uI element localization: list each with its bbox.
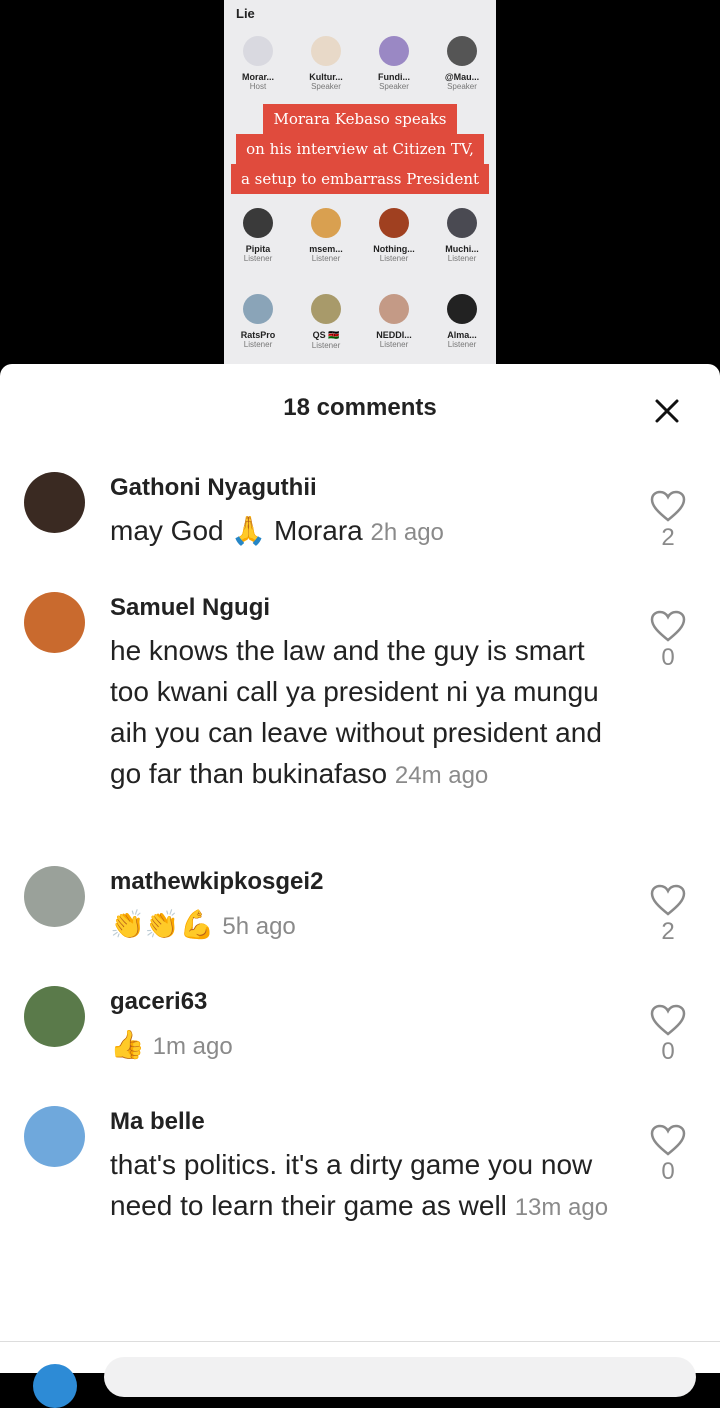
comment-text: he knows the law and the guy is smart to… (110, 635, 602, 789)
video-caption-banner: Morara Kebaso speaks on his interview at… (224, 104, 496, 194)
comment-username[interactable]: gaceri63 (110, 986, 610, 1018)
avatar[interactable] (24, 866, 85, 927)
heart-icon (650, 610, 686, 642)
like-button[interactable]: 0 (648, 1124, 688, 1186)
speakers-row: Morar... Host Kultur... Speaker Fundi... Sp… (224, 36, 496, 91)
listeners-row: Pipita Listener msem... Listener Nothing..… (224, 208, 496, 263)
comment-username[interactable]: mathewkipkosgei2 (110, 866, 610, 898)
like-count: 2 (661, 918, 675, 945)
comment-text: may God 🙏 Morara 2h ago (110, 515, 444, 546)
avatar[interactable] (24, 592, 85, 653)
comment-text: 👏👏💪 5h ago (110, 909, 296, 940)
comment-username[interactable]: Gathoni Nyaguthii (110, 472, 610, 504)
participant: Morar... Host (227, 36, 289, 91)
avatar[interactable] (24, 472, 85, 533)
comment-time: 1m ago (152, 1033, 233, 1060)
close-button[interactable] (652, 396, 682, 426)
close-icon (655, 399, 679, 423)
avatar (447, 294, 477, 324)
heart-icon (650, 1004, 686, 1036)
comment-time: 13m ago (514, 1194, 609, 1221)
comment-input[interactable] (104, 1357, 696, 1397)
comments-count-title: 18 comments (283, 394, 437, 421)
participant: @Mau... Speaker (431, 36, 493, 91)
avatar[interactable] (24, 986, 85, 1047)
like-button[interactable]: 0 (648, 610, 688, 672)
avatar (379, 36, 409, 66)
participant: RatsPro Listener (227, 294, 289, 350)
like-count: 0 (661, 1038, 675, 1065)
divider (0, 1341, 720, 1342)
avatar (379, 294, 409, 324)
participant: Pipita Listener (227, 208, 289, 263)
avatar[interactable] (24, 1106, 85, 1167)
avatar (243, 294, 273, 324)
comment-username[interactable]: Ma belle (110, 1106, 610, 1138)
comment-time: 24m ago (394, 762, 489, 789)
avatar (447, 36, 477, 66)
heart-icon (650, 490, 686, 522)
heart-icon (650, 1124, 686, 1156)
avatar (243, 208, 273, 238)
comment-time: 2h ago (370, 519, 444, 546)
like-button[interactable]: 0 (648, 1004, 688, 1066)
participant: QS 🇰🇪 Listener (295, 294, 357, 350)
video-preview[interactable]: Lie Morar... Host Kultur... Speaker Fundi.… (224, 0, 496, 364)
comments-sheet: 18 comments Gathoni Nyaguthii may God 🙏 … (0, 364, 720, 1408)
avatar (311, 294, 341, 324)
avatar (379, 208, 409, 238)
participant: msem... Listener (295, 208, 357, 263)
participant: Kultur... Speaker (295, 36, 357, 91)
video-title: Lie (236, 6, 255, 21)
heart-icon (650, 884, 686, 916)
comment-text: 👍 1m ago (110, 1029, 233, 1060)
avatar (447, 208, 477, 238)
avatar (311, 36, 341, 66)
participant: NEDDI... Listener (363, 294, 425, 350)
comment-time: 5h ago (222, 913, 296, 940)
like-count: 0 (661, 1158, 675, 1185)
comment-text: that's politics. it's a dirty game you n… (110, 1149, 609, 1221)
like-button[interactable]: 2 (648, 884, 688, 946)
participant: Muchi... Listener (431, 208, 493, 263)
current-user-avatar (33, 1364, 77, 1408)
like-count: 0 (661, 644, 675, 671)
participant: Fundi... Speaker (363, 36, 425, 91)
comment-username[interactable]: Samuel Ngugi (110, 592, 610, 624)
listeners-row: RatsPro Listener QS 🇰🇪 Listener NEDDI... Li… (224, 294, 496, 350)
like-button[interactable]: 2 (648, 490, 688, 552)
participant: Nothing... Listener (363, 208, 425, 263)
like-count: 2 (661, 524, 675, 551)
avatar (243, 36, 273, 66)
avatar (311, 208, 341, 238)
participant: Alma... Listener (431, 294, 493, 350)
